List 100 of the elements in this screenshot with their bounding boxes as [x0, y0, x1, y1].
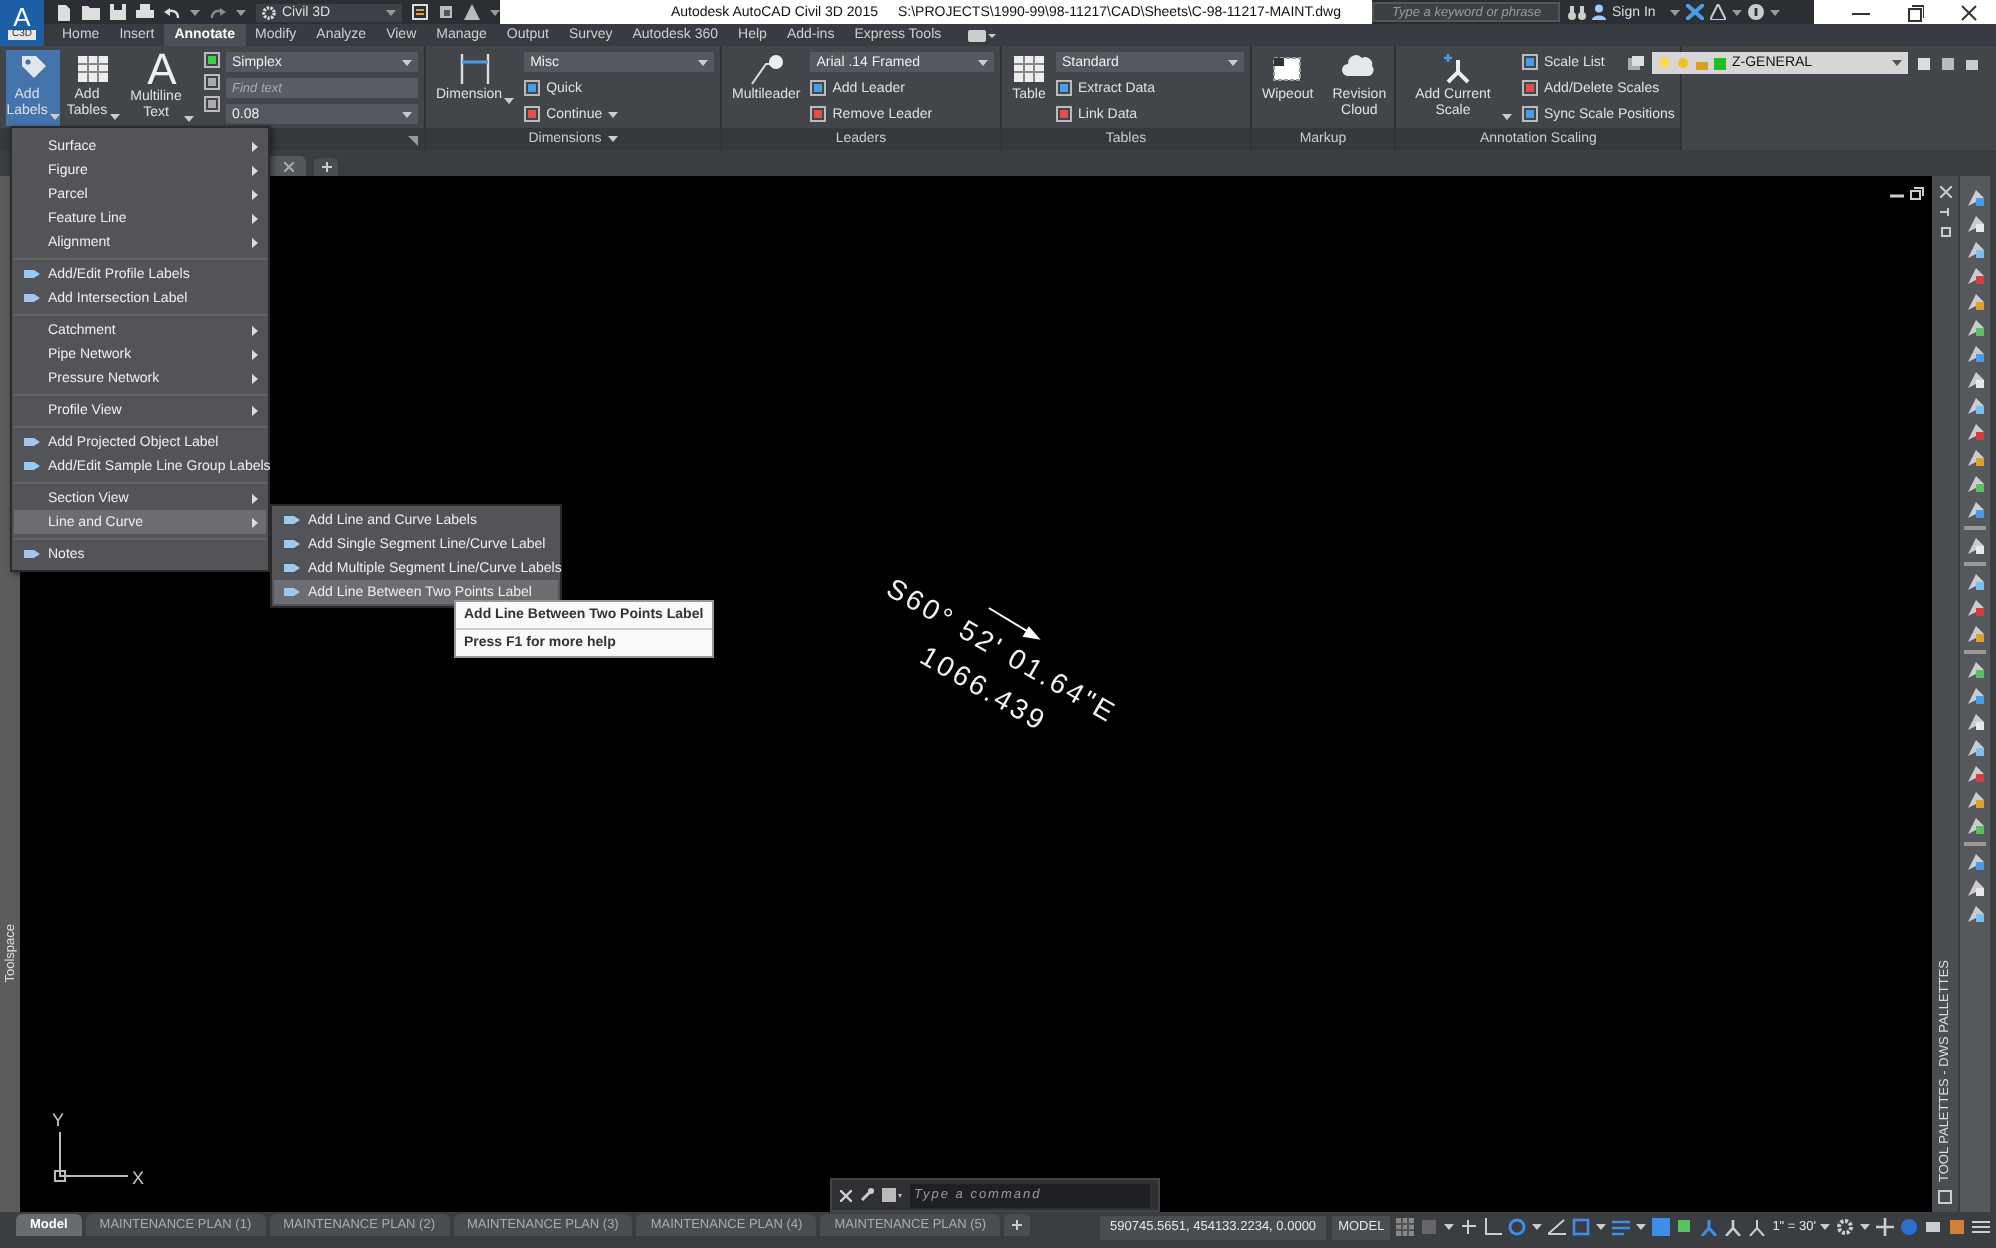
label-icon	[24, 548, 42, 560]
tool-icon[interactable]	[1965, 318, 1985, 338]
tool-icon[interactable]	[1965, 474, 1985, 494]
restore-icon[interactable]	[1910, 186, 1924, 200]
tool-icon[interactable]	[1965, 878, 1985, 898]
tool-icon[interactable]	[1965, 422, 1985, 442]
customize-icon[interactable]	[1972, 1218, 1990, 1236]
redo-icon[interactable]	[210, 5, 226, 19]
tool-icon[interactable]	[1965, 738, 1985, 758]
caret-icon[interactable]	[1820, 1224, 1830, 1230]
tool-icon[interactable]	[1965, 712, 1985, 732]
gear-icon[interactable]	[1836, 1218, 1854, 1236]
tool-icon[interactable]	[1965, 660, 1985, 680]
tool-icon[interactable]	[1965, 500, 1985, 520]
tool-icon[interactable]	[1965, 624, 1985, 644]
caret-icon[interactable]	[1892, 60, 1902, 66]
tool-icon[interactable]	[1965, 266, 1985, 286]
tool-icon[interactable]	[1965, 396, 1985, 416]
user-icon[interactable]	[1592, 4, 1606, 20]
submenu-arrow-icon	[252, 405, 258, 415]
table-icon	[76, 52, 110, 86]
layer-state-icon[interactable]	[1628, 55, 1644, 71]
tool-icon[interactable]	[1965, 816, 1985, 836]
tool-icon[interactable]	[1965, 790, 1985, 810]
grid-icon[interactable]	[1396, 1218, 1415, 1236]
caret-icon[interactable]	[1444, 1224, 1455, 1230]
folder-icon[interactable]	[82, 4, 100, 20]
caret-icon[interactable]	[1769, 9, 1780, 15]
gear-icon	[262, 5, 276, 19]
tool-icon[interactable]	[1965, 764, 1985, 784]
tool-icon[interactable]	[1965, 292, 1985, 312]
plus-icon	[321, 162, 331, 172]
binoculars-icon[interactable]	[1568, 5, 1586, 19]
new-file-icon[interactable]	[56, 3, 72, 21]
tool-icon[interactable]	[1965, 188, 1985, 208]
plus-icon[interactable]	[1876, 1218, 1894, 1236]
tool-icon[interactable]	[1965, 904, 1985, 924]
caret-icon[interactable]	[1669, 9, 1680, 15]
caret-icon[interactable]	[607, 136, 618, 142]
tool-icon[interactable]	[1965, 344, 1985, 364]
submenu-arrow-icon	[252, 349, 258, 359]
caret-icon[interactable]	[978, 59, 988, 65]
caret-icon[interactable]	[1532, 1224, 1543, 1230]
help-icon[interactable]	[1747, 4, 1764, 20]
annotation-scale-icon[interactable]	[1748, 1218, 1767, 1236]
table-icon	[1012, 52, 1046, 86]
caret-icon[interactable]	[1596, 1224, 1607, 1230]
save-icon[interactable]	[110, 4, 126, 20]
submenu-arrow-icon	[252, 325, 258, 335]
tool-icon[interactable]	[1965, 536, 1985, 556]
tool-icon[interactable]	[1965, 370, 1985, 390]
wipeout-icon	[1270, 52, 1305, 86]
tool-icon[interactable]	[1965, 448, 1985, 468]
prompt-icon[interactable]	[882, 1188, 902, 1202]
caret-icon[interactable]	[608, 111, 619, 117]
ribbon-toggle-icon[interactable]	[967, 29, 996, 41]
tool-icon[interactable]	[1965, 572, 1985, 592]
caret-icon[interactable]	[49, 114, 60, 120]
palette-menu-icon[interactable]	[1938, 1190, 1952, 1204]
polar-icon[interactable]	[1508, 1218, 1527, 1236]
caret-icon[interactable]	[1860, 1224, 1870, 1230]
caret-icon[interactable]	[1502, 114, 1512, 120]
tool-icon[interactable]	[1965, 598, 1985, 618]
caret-icon[interactable]	[1636, 1224, 1647, 1230]
lineweight-icon[interactable]	[1612, 1218, 1631, 1236]
maximize-icon[interactable]	[1906, 3, 1924, 21]
caret-icon[interactable]	[1731, 9, 1742, 15]
print-icon[interactable]	[136, 4, 154, 20]
caret-icon[interactable]	[490, 9, 500, 15]
submenu-arrow-icon	[252, 213, 258, 223]
undo-icon[interactable]	[164, 5, 180, 19]
close-icon[interactable]	[1960, 3, 1978, 21]
caret-icon[interactable]	[504, 98, 515, 104]
autoscale-icon[interactable]	[1724, 1218, 1743, 1236]
new-layout-button[interactable]	[1004, 1214, 1031, 1236]
plus-icon	[1012, 1220, 1023, 1230]
caret-icon[interactable]	[698, 59, 708, 65]
isodraft-icon[interactable]	[1548, 1218, 1567, 1236]
annotation-visibility-icon[interactable]	[1700, 1218, 1719, 1236]
pin-icon[interactable]	[1939, 206, 1951, 218]
wrench-icon[interactable]	[860, 1188, 874, 1202]
caret-icon[interactable]	[386, 9, 396, 15]
tool-icon[interactable]	[1965, 240, 1985, 260]
caret-icon[interactable]	[190, 9, 200, 15]
dialog-launcher-icon[interactable]	[408, 136, 418, 146]
caret-icon[interactable]	[184, 116, 194, 122]
caret-icon[interactable]	[402, 111, 412, 117]
object-snap-icon[interactable]	[1572, 1218, 1591, 1236]
caret-icon[interactable]	[109, 114, 120, 120]
tool-icon[interactable]	[1965, 686, 1985, 706]
tool-icon[interactable]	[1965, 852, 1985, 872]
caret-icon[interactable]	[402, 59, 412, 65]
axis-label: Y	[52, 1110, 65, 1130]
caret-icon[interactable]	[1228, 59, 1238, 65]
ortho-icon[interactable]	[1484, 1218, 1503, 1236]
caret-icon[interactable]	[236, 9, 246, 15]
new-tab-button[interactable]	[314, 158, 338, 176]
submenu-arrow-icon	[252, 165, 258, 175]
layer-color-icon	[1714, 57, 1726, 69]
tool-icon[interactable]	[1965, 214, 1985, 234]
